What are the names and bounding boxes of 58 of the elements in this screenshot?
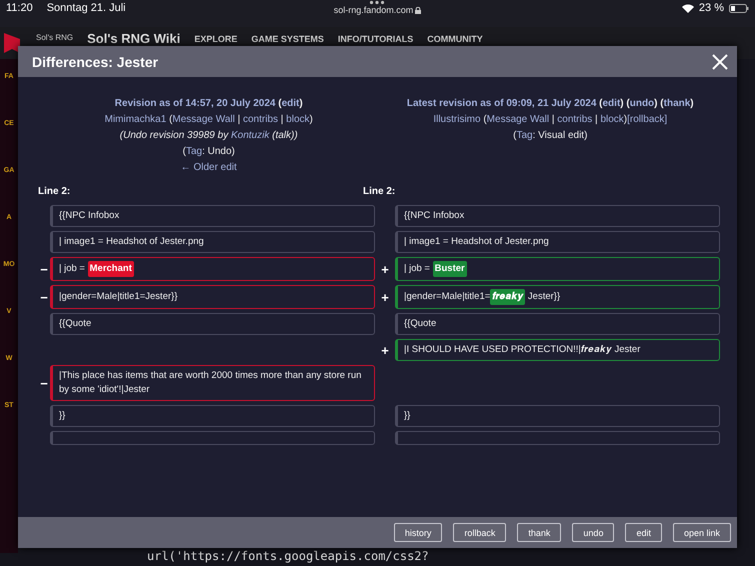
link[interactable]: edit [282,98,300,109]
line-number-label: Line 2: [363,186,396,197]
lock-icon [415,6,422,14]
link[interactable]: contribs [557,114,592,125]
clock: 11:20 [6,2,33,14]
dialog-button[interactable]: open link [672,523,731,542]
link[interactable]: Message Wall [172,114,235,125]
link[interactable]: ← Older edit [180,162,237,173]
revision-info: (Undo revision 39989 by Kontuzik (talk)) [120,129,298,142]
link[interactable]: edit [602,98,620,109]
close-button[interactable] [711,52,729,70]
revision-info: (Tag: Undo) [182,145,235,158]
dialog-button[interactable]: edit [625,523,662,542]
revision-info: Latest revision as of 09:09, 21 July 2024 (edit) (undo) (thank) [406,97,694,110]
link[interactable]: undo [630,98,654,109]
address-bar[interactable]: sol-rng.fandom.com [334,5,422,15]
link[interactable]: Illustrisimo [433,114,481,125]
wiki-title[interactable]: Sol's RNG Wiki [87,31,180,46]
link[interactable]: Latest revision as of 09:09, 21 July 2024 [406,98,596,109]
date: Sonntag 21. Juli [46,2,126,14]
link[interactable]: contribs [243,114,278,125]
nav-menu[interactable]: INFO/TUTORIALS [338,34,414,44]
more-icon[interactable] [369,0,386,5]
code-line: url('https://fonts.googleapis.com/css2? [147,550,429,562]
link[interactable]: [rollback] [627,114,668,125]
minus-marker: − [39,374,49,392]
wifi-icon [682,4,694,12]
line-number-label: Line 2: [38,186,70,197]
link[interactable]: block [600,114,624,125]
minus-marker: − [39,260,49,278]
link[interactable]: Message Wall [486,114,550,125]
nav-menu[interactable]: EXPLORE [194,34,238,44]
revision-info: Mimimachka1 (Message Wall | contribs | block) [104,113,313,126]
battery-percent: 23 % [698,2,724,14]
dialog-button[interactable]: history [394,523,442,542]
plus-marker: + [380,342,390,360]
revision-info: (Tag: Visual edit) [513,129,588,142]
revision-info: Revision as of 14:57, 20 July 2024 (edit) [114,97,303,110]
link[interactable]: Tag [516,130,533,141]
plus-marker: + [380,260,390,278]
link[interactable]: Kontuzik [230,130,270,141]
link[interactable]: Revision as of 14:57, 20 July 2024 [114,98,276,109]
minus-marker: − [39,288,49,306]
link[interactable]: thank [664,98,690,109]
plus-marker: + [380,288,390,306]
dialog-button[interactable]: rollback [453,523,506,542]
battery-icon [729,4,749,12]
wiki-logo[interactable] [2,31,22,55]
link[interactable]: Tag [186,146,202,157]
link[interactable]: Mimimachka1 [104,114,166,125]
revision-info: Illustrisimo (Message Wall | contribs | block)[rollback] [433,113,668,126]
nav-menu[interactable]: GAME SYSTEMS [251,34,324,44]
dialog-button[interactable]: thank [517,523,562,542]
dialog-button[interactable]: undo [572,523,614,542]
nav-menu[interactable]: COMMUNITY [427,34,483,44]
link[interactable]: block [286,114,310,125]
wiki-brand[interactable]: Sol's RNG [36,33,74,42]
dialog-title: Differences: Jester [32,54,158,70]
